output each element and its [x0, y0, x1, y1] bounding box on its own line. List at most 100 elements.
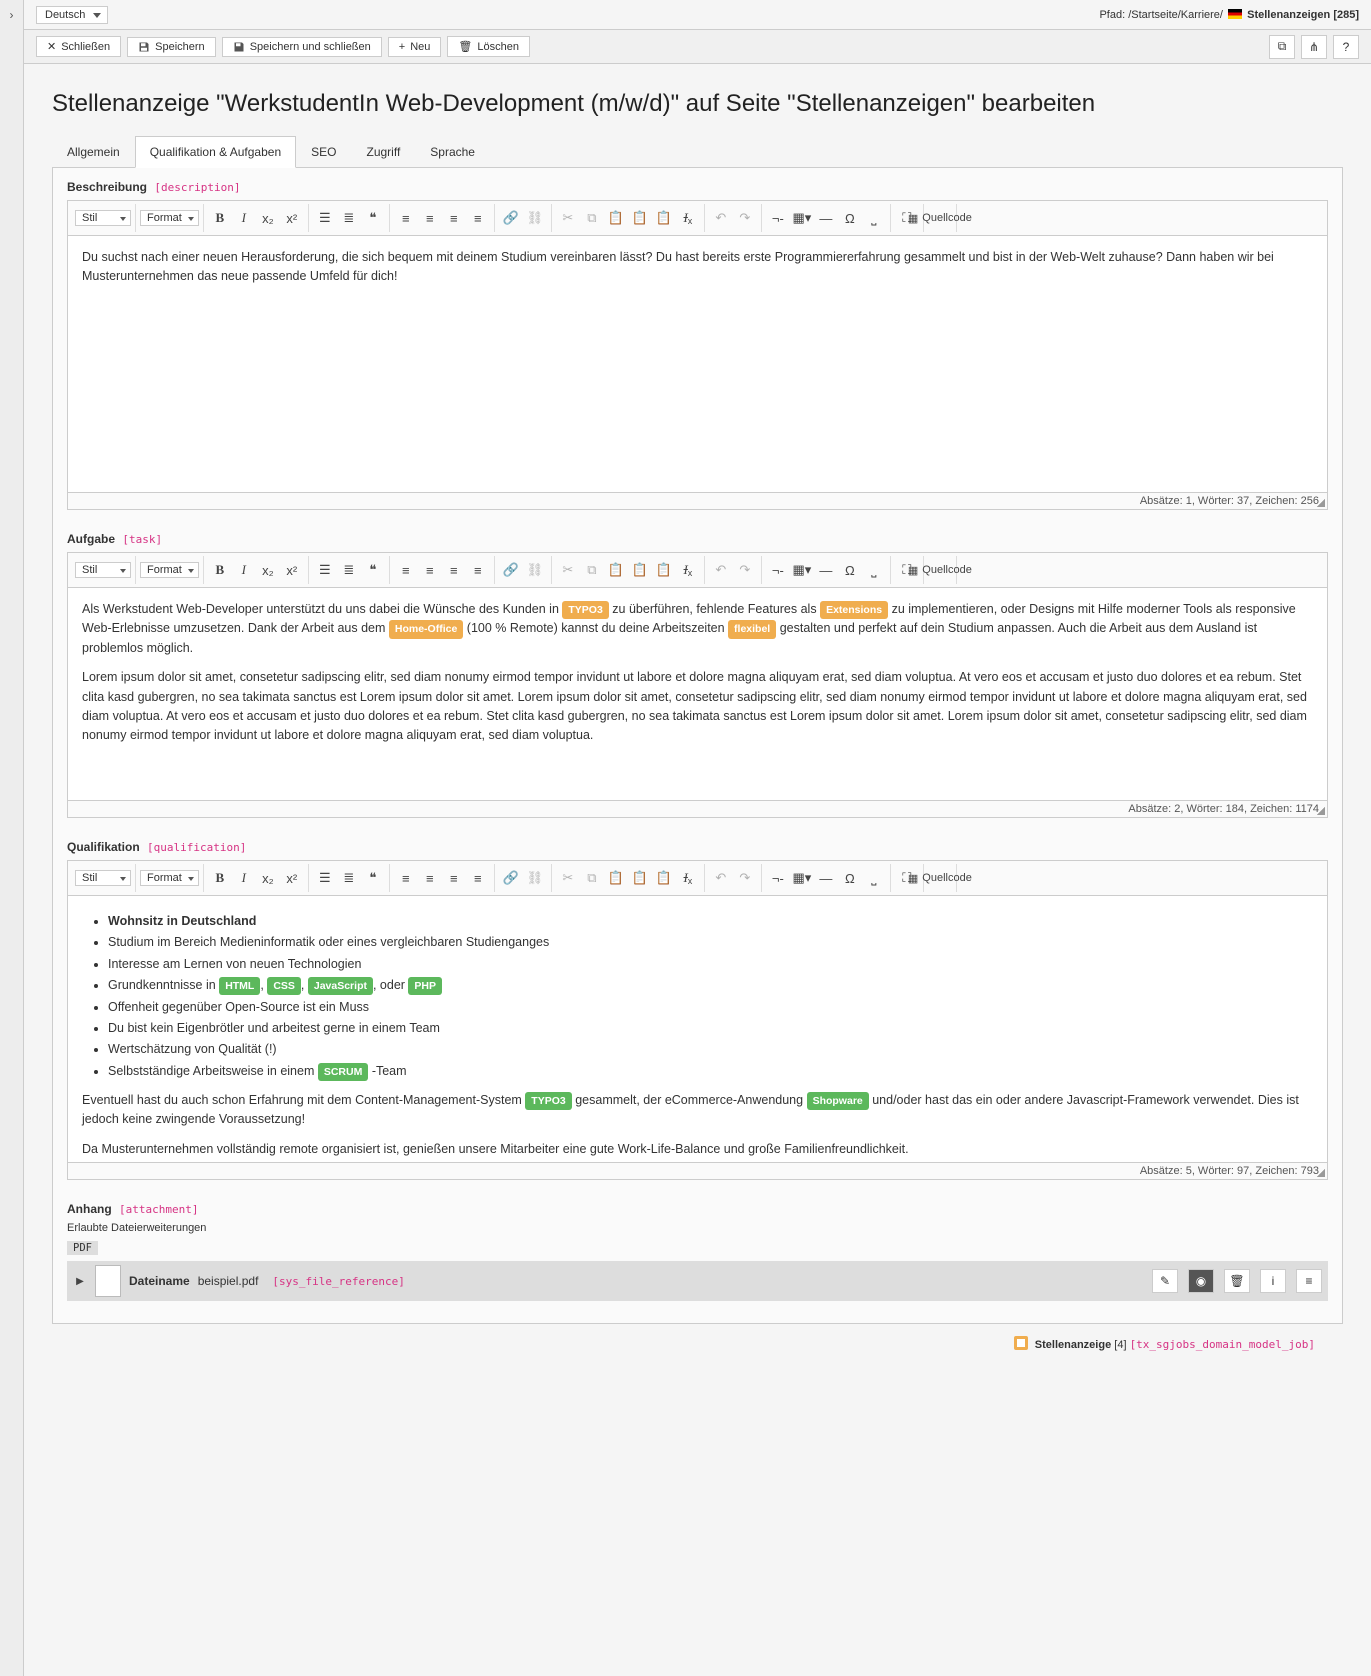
redo-button[interactable]: ↷: [733, 206, 757, 230]
drag-file-handle[interactable]: ≡: [1296, 1269, 1322, 1293]
specialchar-button[interactable]: Ω: [838, 866, 862, 890]
link-button[interactable]: 🔗: [499, 866, 523, 890]
table-button[interactable]: ▦▾: [790, 558, 814, 582]
align-justify-button[interactable]: ≡: [466, 206, 490, 230]
toggle-visibility-button[interactable]: ◉: [1188, 1269, 1214, 1293]
paste-text-button[interactable]: 📋: [628, 558, 652, 582]
share-button[interactable]: ⋔: [1301, 35, 1327, 59]
expand-sidebar-icon[interactable]: ›: [10, 8, 14, 22]
subscript-button[interactable]: x₂: [256, 866, 280, 890]
subscript-button[interactable]: x₂: [256, 558, 280, 582]
subscript-button[interactable]: x₂: [256, 206, 280, 230]
align-right-button[interactable]: ≡: [442, 558, 466, 582]
info-file-button[interactable]: i: [1260, 1269, 1286, 1293]
style-select[interactable]: Stil: [75, 210, 131, 226]
align-justify-button[interactable]: ≡: [466, 866, 490, 890]
nbsp-button[interactable]: ⎵: [862, 206, 886, 230]
remove-format-button[interactable]: Iₓ: [676, 206, 700, 230]
unlink-button[interactable]: ⛓: [523, 866, 547, 890]
italic-button[interactable]: I: [232, 866, 256, 890]
align-center-button[interactable]: ≡: [418, 558, 442, 582]
paste-text-button[interactable]: 📋: [628, 206, 652, 230]
quote-button[interactable]: ❝: [361, 206, 385, 230]
format-select[interactable]: Format: [140, 562, 199, 578]
editor-qualification-area[interactable]: Wohnsitz in Deutschland Studium im Berei…: [68, 896, 1327, 1162]
undo-button[interactable]: ↶: [709, 866, 733, 890]
copy-button[interactable]: ⧉: [580, 866, 604, 890]
ul-button[interactable]: ≣: [337, 558, 361, 582]
remove-format-button[interactable]: Iₓ: [676, 866, 700, 890]
tab-access[interactable]: Zugriff: [351, 136, 415, 167]
align-left-button[interactable]: ≡: [394, 558, 418, 582]
tab-language[interactable]: Sprache: [415, 136, 490, 167]
unlink-button[interactable]: ⛓: [523, 206, 547, 230]
nbsp-button[interactable]: ⎵: [862, 558, 886, 582]
paste-button[interactable]: 📋: [604, 558, 628, 582]
undo-button[interactable]: ↶: [709, 558, 733, 582]
tab-seo[interactable]: SEO: [296, 136, 351, 167]
align-center-button[interactable]: ≡: [418, 206, 442, 230]
paste-text-button[interactable]: 📋: [628, 866, 652, 890]
align-justify-button[interactable]: ≡: [466, 558, 490, 582]
ol-button[interactable]: ☰: [313, 866, 337, 890]
superscript-button[interactable]: x²: [280, 206, 304, 230]
align-left-button[interactable]: ≡: [394, 866, 418, 890]
italic-button[interactable]: I: [232, 558, 256, 582]
bold-button[interactable]: B: [208, 558, 232, 582]
specialchar-button[interactable]: Ω: [838, 558, 862, 582]
align-center-button[interactable]: ≡: [418, 866, 442, 890]
ul-button[interactable]: ≣: [337, 866, 361, 890]
align-left-button[interactable]: ≡: [394, 206, 418, 230]
ol-button[interactable]: ☰: [313, 206, 337, 230]
table-button[interactable]: ▦▾: [790, 866, 814, 890]
superscript-button[interactable]: x²: [280, 558, 304, 582]
bold-button[interactable]: B: [208, 206, 232, 230]
copy-button[interactable]: ⧉: [580, 206, 604, 230]
nbsp-button[interactable]: ⎵: [862, 866, 886, 890]
hr-button[interactable]: ―: [814, 206, 838, 230]
italic-button[interactable]: I: [232, 206, 256, 230]
redo-button[interactable]: ↷: [733, 558, 757, 582]
tab-general[interactable]: Allgemein: [52, 136, 135, 167]
remove-format-button[interactable]: Iₓ: [676, 558, 700, 582]
open-external-button[interactable]: ⧉: [1269, 35, 1295, 59]
link-button[interactable]: 🔗: [499, 206, 523, 230]
format-select[interactable]: Format: [140, 870, 199, 886]
table-button[interactable]: ▦▾: [790, 206, 814, 230]
redo-button[interactable]: ↷: [733, 866, 757, 890]
edit-file-button[interactable]: ✎: [1152, 1269, 1178, 1293]
source-button[interactable]: ▦ Quellcode: [928, 206, 952, 230]
source-button[interactable]: ▦Quellcode: [928, 558, 952, 582]
align-right-button[interactable]: ≡: [442, 866, 466, 890]
paste-button[interactable]: 📋: [604, 206, 628, 230]
hr-button[interactable]: ―: [814, 558, 838, 582]
expand-row-icon[interactable]: ▶: [73, 1276, 87, 1287]
paste-button[interactable]: 📋: [604, 866, 628, 890]
cut-button[interactable]: ✂: [556, 558, 580, 582]
help-button[interactable]: ?: [1333, 35, 1359, 59]
softhyphen-button[interactable]: ¬-: [766, 206, 790, 230]
save-button[interactable]: Speichern: [127, 37, 216, 57]
paste-word-button[interactable]: 📋: [652, 866, 676, 890]
style-select[interactable]: Stil: [75, 562, 131, 578]
superscript-button[interactable]: x²: [280, 866, 304, 890]
source-button[interactable]: ▦Quellcode: [928, 866, 952, 890]
cut-button[interactable]: ✂: [556, 866, 580, 890]
close-button[interactable]: ✕ Schließen: [36, 36, 121, 57]
softhyphen-button[interactable]: ¬-: [766, 866, 790, 890]
style-select[interactable]: Stil: [75, 870, 131, 886]
softhyphen-button[interactable]: ¬-: [766, 558, 790, 582]
undo-button[interactable]: ↶: [709, 206, 733, 230]
paste-word-button[interactable]: 📋: [652, 206, 676, 230]
language-select[interactable]: Deutsch: [36, 6, 108, 24]
editor-description-area[interactable]: Du suchst nach einer neuen Herausforderu…: [68, 236, 1327, 492]
link-button[interactable]: 🔗: [499, 558, 523, 582]
bold-button[interactable]: B: [208, 866, 232, 890]
save-close-button[interactable]: Speichern und schließen: [222, 37, 382, 57]
editor-task-area[interactable]: Als Werkstudent Web-Developer unterstütz…: [68, 588, 1327, 800]
format-select[interactable]: Format: [140, 210, 199, 226]
hr-button[interactable]: ―: [814, 866, 838, 890]
ul-button[interactable]: ≣: [337, 206, 361, 230]
delete-file-button[interactable]: 🗑: [1224, 1269, 1250, 1293]
ol-button[interactable]: ☰: [313, 558, 337, 582]
